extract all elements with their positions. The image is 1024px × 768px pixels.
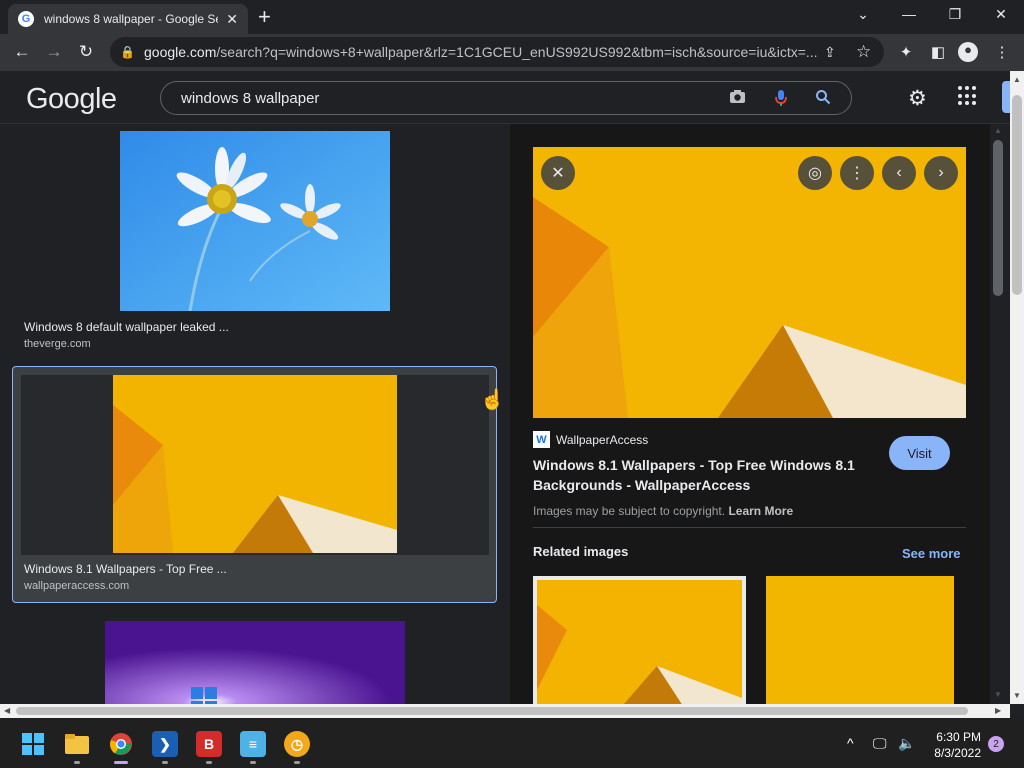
see-more-link[interactable]: See more <box>902 546 961 561</box>
settings-gear-icon[interactable]: ⚙ <box>908 86 927 111</box>
search-box[interactable]: windows 8 wallpaper <box>160 81 852 115</box>
taskbar-time[interactable]: 6:30 PM <box>925 730 981 744</box>
back-button[interactable]: ← <box>11 42 33 62</box>
image-results-grid: Windows 8 default wallpaper leaked ... t… <box>0 124 510 704</box>
google-apps-icon[interactable] <box>958 86 978 106</box>
browser-toolbar: ← → ↻ 🔒 google.com/search?q=windows+8+wa… <box>0 34 1024 71</box>
visit-button[interactable]: Visit <box>889 436 950 470</box>
related-image[interactable] <box>533 576 746 704</box>
image-result[interactable]: Windows 8 default wallpaper leaked ... t… <box>12 124 497 354</box>
search-query[interactable]: windows 8 wallpaper <box>181 90 319 107</box>
learn-more-link[interactable]: Learn More <box>728 504 793 518</box>
close-preview-button[interactable]: ✕ <box>541 156 575 190</box>
site-name[interactable]: WallpaperAccess <box>556 433 648 447</box>
related-image[interactable] <box>766 576 954 704</box>
windows-taskbar: ❯ B ≡ ◷ ^ 🖵 🔈 6:30 PM 8/3/2022 2 <box>0 718 1024 768</box>
close-window-button[interactable]: ✕ <box>991 6 1011 23</box>
bookmark-star-icon[interactable]: ☆ <box>856 42 871 62</box>
url-text: google.com/search?q=windows+8+wallpaper&… <box>144 44 818 60</box>
result-source[interactable]: theverge.com <box>24 338 91 350</box>
results-vertical-scrollbar[interactable]: ▲ ▼ <box>990 124 1010 704</box>
bitwarden-icon[interactable]: B <box>196 731 222 757</box>
preview-title-link[interactable]: Windows 8.1 Wallpapers - Top Free Window… <box>533 455 873 495</box>
previous-image-button[interactable]: ‹ <box>882 156 916 190</box>
forward-button[interactable]: → <box>43 42 65 62</box>
next-image-button[interactable]: › <box>924 156 958 190</box>
search-icon[interactable] <box>813 89 833 109</box>
scrollbar-thumb[interactable] <box>993 140 1003 296</box>
result-thumbnail[interactable] <box>120 131 390 311</box>
browser-tab[interactable]: G windows 8 wallpaper - Google Se ✕ <box>8 4 248 34</box>
horizontal-scrollbar[interactable]: ◀ ▶ <box>0 704 1010 718</box>
chrome-icon[interactable] <box>108 731 134 757</box>
page-vertical-scrollbar[interactable]: ▲ ▼ <box>1010 71 1024 704</box>
tab-search-icon[interactable]: ⌄ <box>853 6 873 23</box>
site-logo-icon[interactable]: W <box>533 431 550 448</box>
new-tab-button[interactable]: + <box>258 6 271 28</box>
reload-button[interactable]: ↻ <box>75 42 97 62</box>
share-icon[interactable]: ⇪ <box>824 44 836 61</box>
google-header: Google windows 8 wallpaper ⚙ <box>0 71 1010 124</box>
lens-search-icon[interactable]: ◎ <box>798 156 832 190</box>
side-panel-icon[interactable]: ◧ <box>928 43 948 61</box>
image-result-selected[interactable]: Windows 8.1 Wallpapers - Top Free ... wa… <box>12 366 497 603</box>
notepad-icon[interactable]: ≡ <box>240 731 266 757</box>
account-button[interactable] <box>1002 81 1010 113</box>
divider <box>533 527 966 528</box>
scrollbar-thumb[interactable] <box>1012 95 1022 295</box>
windows-start-icon[interactable] <box>20 731 46 757</box>
microphone-icon[interactable] <box>771 89 791 111</box>
tab-title: windows 8 wallpaper - Google Se <box>44 12 219 26</box>
minimize-button[interactable]: — <box>899 6 919 22</box>
tab-close-icon[interactable]: ✕ <box>226 11 238 28</box>
volume-icon[interactable]: 🔈 <box>898 735 915 752</box>
browser-titlebar: G windows 8 wallpaper - Google Se ✕ + ⌄ … <box>0 0 1024 34</box>
show-hidden-icons-icon[interactable]: ^ <box>847 735 854 751</box>
notification-badge[interactable]: 2 <box>988 736 1004 752</box>
image-preview-panel: ✕ ◎ ⋮ ‹ › W WallpaperAccess Windows 8.1 … <box>510 124 990 704</box>
chrome-menu-icon[interactable]: ⋮ <box>992 43 1012 61</box>
result-source[interactable]: wallpaperaccess.com <box>24 580 129 592</box>
restore-button[interactable]: ❐ <box>945 6 965 23</box>
result-thumbnail[interactable] <box>105 621 405 704</box>
mouse-pointer-icon: ☝ <box>480 389 505 411</box>
address-bar[interactable]: 🔒 google.com/search?q=windows+8+wallpape… <box>110 37 884 67</box>
copyright-notice: Images may be subject to copyright. Lear… <box>533 504 794 518</box>
taskbar-date[interactable]: 8/3/2022 <box>925 746 981 760</box>
google-logo[interactable]: Google <box>26 83 117 116</box>
result-thumbnail[interactable] <box>113 375 397 553</box>
file-explorer-icon[interactable] <box>64 731 90 757</box>
extensions-puzzle-icon[interactable]: ✦ <box>896 43 916 61</box>
camera-search-icon[interactable] <box>727 89 747 108</box>
profile-icon[interactable]: ● <box>958 42 978 62</box>
lock-icon[interactable]: 🔒 <box>120 45 136 59</box>
result-caption[interactable]: Windows 8.1 Wallpapers - Top Free ... <box>24 562 227 576</box>
related-images-heading: Related images <box>533 544 629 559</box>
result-caption[interactable]: Windows 8 default wallpaper leaked ... <box>24 320 229 334</box>
scrollbar-thumb[interactable] <box>16 707 968 715</box>
more-options-icon[interactable]: ⋮ <box>840 156 874 190</box>
google-favicon-icon: G <box>18 11 34 27</box>
image-result[interactable] <box>105 621 405 704</box>
powershell-icon[interactable]: ❯ <box>152 731 178 757</box>
clock-app-icon[interactable]: ◷ <box>284 731 310 757</box>
network-icon[interactable]: 🖵 <box>873 735 887 752</box>
